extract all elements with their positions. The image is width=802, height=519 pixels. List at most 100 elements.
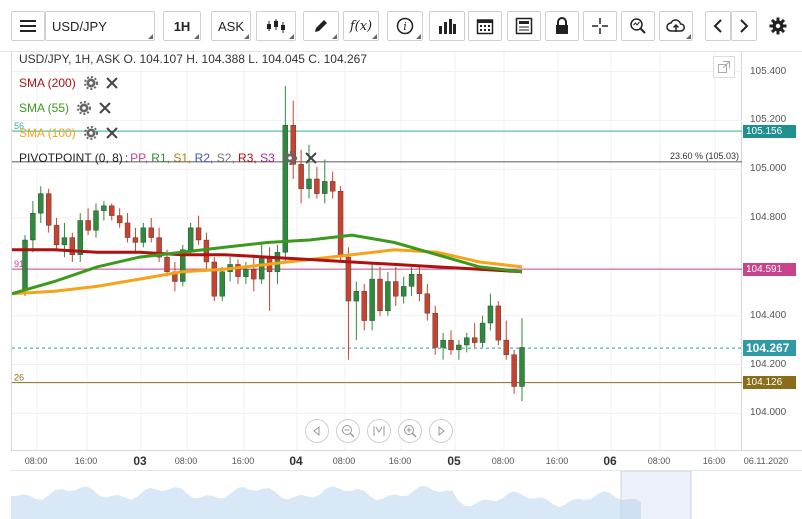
gear-icon[interactable]	[83, 76, 98, 90]
gear-icon[interactable]	[83, 126, 98, 140]
candle-down	[393, 281, 399, 297]
time-tick-label: 04	[289, 454, 303, 468]
pivot-item: S3	[260, 151, 275, 165]
ohlc-readout: USD/JPY, 1H, ASK O. 104.107 H. 104.388 L…	[19, 52, 368, 66]
price-tag: 104.126	[743, 376, 796, 390]
price-axis[interactable]: 105.400 105.200 105.000 104.800 104.400 104.2…	[742, 52, 802, 450]
plot-area[interactable]: 56 91 26 23.60 % (105.03)	[11, 52, 743, 450]
info-button[interactable]: i	[387, 11, 423, 41]
nav-forward-button[interactable]	[429, 419, 453, 443]
crosshair-icon	[592, 18, 608, 34]
reset-zoom-button[interactable]	[367, 419, 391, 443]
calendar-button[interactable]	[468, 11, 502, 41]
info-icon: i	[396, 17, 414, 35]
navigator-chart[interactable]	[11, 470, 802, 519]
navigator-strip[interactable]	[11, 470, 802, 519]
zoom-in-button[interactable]	[398, 419, 422, 443]
candle-up	[243, 269, 249, 277]
draw-tool-button[interactable]	[303, 11, 339, 41]
popout-button[interactable]	[713, 56, 735, 78]
time-tick-label: 06.11.2020	[743, 456, 789, 466]
triangle-left-icon	[313, 426, 320, 436]
fit-icon	[373, 426, 385, 436]
candle-down	[314, 178, 320, 194]
calendar-icon	[476, 19, 494, 35]
candle-up	[93, 210, 99, 231]
navigator-window[interactable]	[620, 470, 692, 519]
symbol-select[interactable]: USD/JPY	[45, 11, 155, 41]
function-icon: f(x)	[349, 18, 373, 34]
close-icon[interactable]	[105, 126, 119, 140]
level-label-26: 26	[14, 373, 24, 383]
zoom-button[interactable]	[621, 11, 655, 41]
time-tick-label: 16:00	[231, 456, 255, 466]
volume-button[interactable]	[429, 11, 465, 41]
price-tag: 104.267	[743, 340, 796, 357]
gear-icon[interactable]	[77, 101, 92, 115]
dropdown-corner-icon	[244, 34, 249, 39]
close-icon[interactable]	[105, 76, 119, 90]
toolbar: USD/JPY 1H ASK f(x) i	[0, 0, 802, 52]
timeframe-label: 1H	[173, 18, 191, 34]
dropdown-corner-icon	[686, 34, 691, 39]
price-tick-label: 104.000	[750, 407, 787, 419]
candle-down	[432, 313, 438, 348]
hamburger-icon	[20, 20, 36, 32]
price-tag: 105.156	[743, 124, 796, 138]
chart-type-button[interactable]	[256, 11, 296, 41]
price-tick-label: 104.400	[750, 309, 787, 321]
news-button[interactable]	[507, 11, 541, 41]
news-icon	[515, 17, 533, 35]
time-axis[interactable]: 08:00 16:00 03 08:00 16:00 04 08:00 16:00 05 08:0…	[11, 450, 802, 470]
fib-label: 23.60 % (105.03)	[670, 151, 739, 161]
candle-up	[219, 271, 225, 297]
pivot-item: PP,	[130, 151, 152, 165]
dropdown-corner-icon	[194, 34, 199, 39]
pivot-items: PP, R1, S1, R2, S2, R3, S3	[130, 151, 275, 165]
candle-down	[471, 337, 478, 343]
legend-pivot: PIVOTPOINT (0, 8) : PP, R1, S1, R2, S2, …	[19, 151, 318, 165]
candle-down	[416, 273, 423, 294]
candle-up	[77, 220, 83, 255]
crosshair-button[interactable]	[583, 11, 617, 41]
time-tick-label: 05	[447, 454, 461, 468]
dropdown-corner-icon	[416, 34, 421, 39]
zoom-out-button[interactable]	[336, 419, 360, 443]
pivot-item: R1,	[151, 151, 174, 165]
nav-back-button[interactable]	[305, 419, 329, 443]
close-icon[interactable]	[98, 101, 112, 115]
candle-up	[400, 286, 407, 297]
candle-up	[385, 281, 391, 312]
timeframe-select[interactable]: 1H	[163, 11, 201, 41]
candle-down	[448, 339, 454, 351]
time-tick-label: 16:00	[388, 456, 412, 466]
scroll-right-button[interactable]	[731, 11, 757, 41]
svg-text:i: i	[403, 20, 407, 33]
legend-sma100: SMA (100)	[19, 126, 119, 140]
lock-icon	[556, 17, 568, 34]
scroll-left-button[interactable]	[705, 11, 731, 41]
time-tick-label: 16:00	[74, 456, 98, 466]
upload-button[interactable]	[659, 11, 693, 41]
lock-button[interactable]	[545, 11, 579, 41]
settings-button[interactable]	[762, 11, 794, 41]
price-side-select[interactable]: ASK	[211, 11, 251, 41]
time-tick-label: 03	[133, 454, 147, 468]
zoom-out-icon	[342, 425, 355, 438]
price-tick-label: 105.400	[750, 65, 787, 77]
indicators-button[interactable]: f(x)	[343, 11, 379, 41]
candlestick-icon	[267, 19, 285, 33]
gear-icon[interactable]	[282, 151, 297, 165]
candle-down	[298, 164, 304, 189]
close-icon[interactable]	[304, 151, 318, 165]
pencil-icon	[315, 20, 327, 32]
candle-down	[132, 237, 139, 243]
candle-up	[30, 212, 36, 241]
time-tick-label: 08:00	[491, 456, 515, 466]
hamburger-menu-button[interactable]	[11, 11, 45, 41]
candle-up	[38, 193, 44, 214]
triangle-right-icon	[438, 426, 445, 436]
chart-canvas[interactable]: 56912623.60 % (105.03)	[12, 52, 743, 450]
time-tick-label: 08:00	[647, 456, 671, 466]
pivot-item: R2,	[194, 151, 217, 165]
